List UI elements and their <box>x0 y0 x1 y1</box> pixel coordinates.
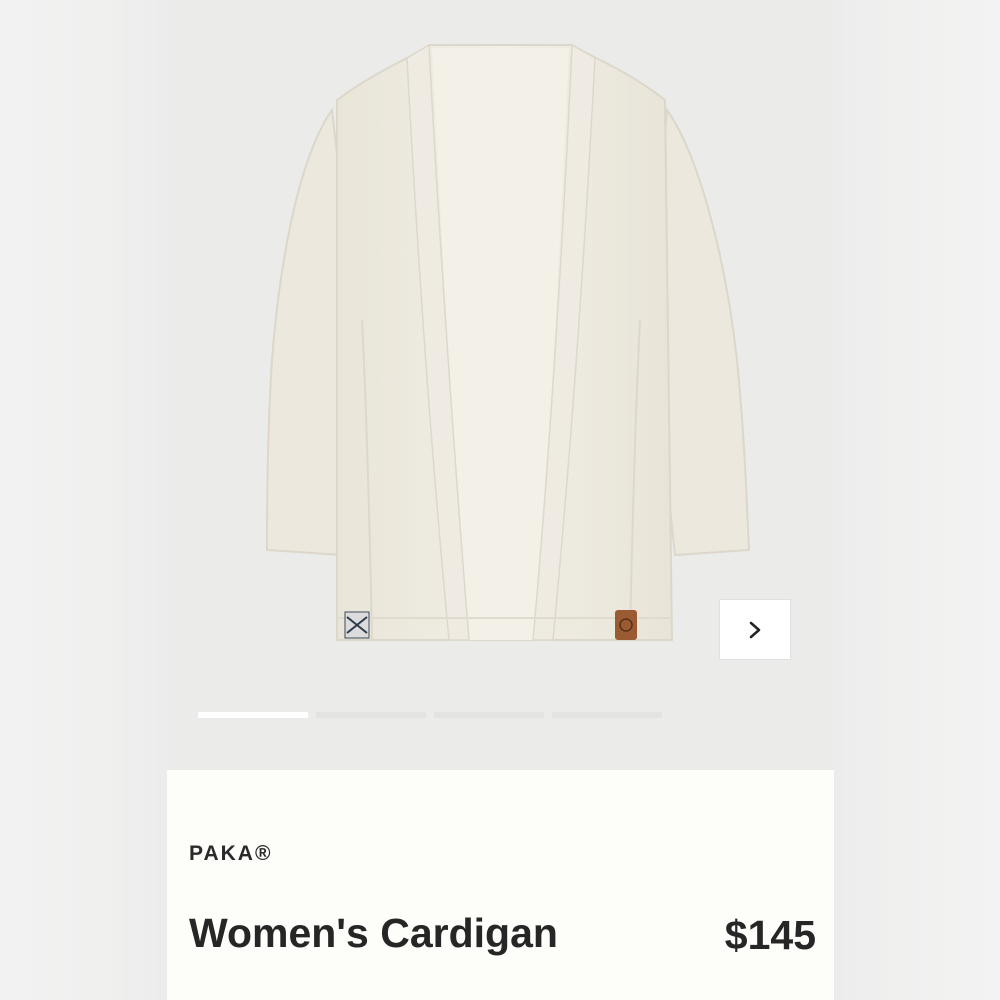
image-pager <box>198 712 663 720</box>
next-image-button[interactable] <box>719 599 791 660</box>
pager-dot-4[interactable] <box>552 712 662 718</box>
leather-patch <box>615 610 637 640</box>
left-background-fill <box>0 0 167 1000</box>
brand-name[interactable]: PAKA® <box>189 842 272 866</box>
pager-dot-1[interactable] <box>198 712 308 718</box>
product-image-gallery[interactable] <box>167 0 834 770</box>
product-title[interactable]: Women's Cardigan <box>189 910 558 957</box>
product-card: PAKA® Women's Cardigan $145 <box>167 0 834 1000</box>
pager-dot-2[interactable] <box>316 712 426 718</box>
chevron-right-icon <box>749 621 761 638</box>
pager-dot-3[interactable] <box>434 712 544 718</box>
product-image <box>265 43 751 641</box>
right-background-fill <box>834 0 1000 1000</box>
product-price: $145 <box>724 912 816 958</box>
